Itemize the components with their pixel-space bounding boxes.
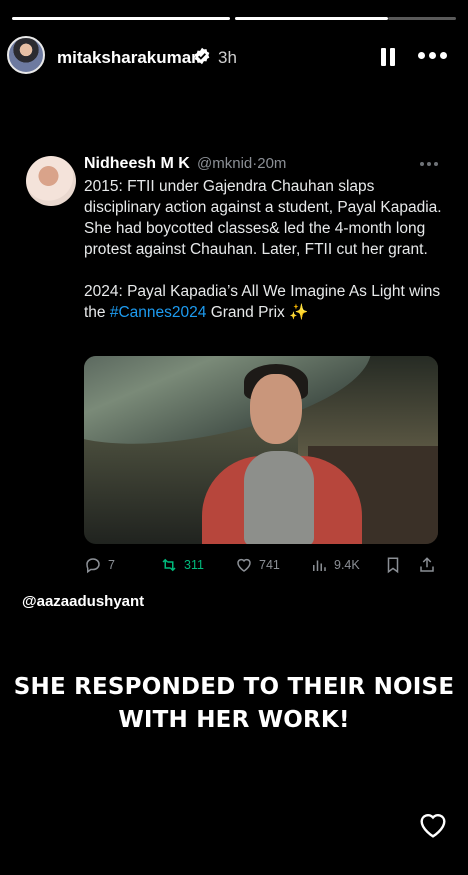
tweet-time: 20m xyxy=(257,155,287,172)
bookmark-button[interactable] xyxy=(384,556,408,574)
photo-person-scarf xyxy=(244,451,314,544)
pause-icon xyxy=(381,48,386,66)
story-progress-segment-2 xyxy=(235,17,388,20)
story-header: mitaksharakumar 3h xyxy=(0,36,468,80)
heart-icon[interactable] xyxy=(417,809,449,841)
retweet-button[interactable]: 311 xyxy=(160,556,204,574)
more-icon-dot xyxy=(440,52,447,59)
story-caption: SHE RESPONDED TO THEIR NOISE WITH HER WO… xyxy=(0,671,468,737)
dot xyxy=(427,162,431,166)
tweet-author-handle-time: @mknid·20m xyxy=(197,155,287,172)
tweet-paragraph-2: 2024: Payal Kapadia’s All We Imagine As … xyxy=(84,281,446,323)
like-count: 741 xyxy=(259,558,280,572)
tweet-card[interactable]: Nidheesh M K @mknid·20m 2015: FTII under… xyxy=(0,126,468,588)
tweet-more-icon[interactable] xyxy=(420,162,438,166)
hashtag-link[interactable]: #Cannes2024 xyxy=(110,304,207,321)
retweet-icon xyxy=(162,558,176,572)
tweet-author-avatar[interactable] xyxy=(26,156,76,206)
tweet-paragraph-2-suffix: Grand Prix ✨ xyxy=(206,304,309,321)
reply-button[interactable]: 7 xyxy=(84,556,115,574)
avatar[interactable] xyxy=(7,36,45,74)
pause-button[interactable] xyxy=(381,48,397,66)
tweet-actions: 7 311 741 9.4K xyxy=(84,556,444,576)
caption-line-1: SHE RESPONDED TO THEIR NOISE xyxy=(13,674,455,700)
tweet-text: 2015: FTII under Gajendra Chauhan slaps … xyxy=(84,176,446,323)
photo-person-face xyxy=(250,374,302,444)
reply-count: 7 xyxy=(108,558,115,572)
story-time: 3h xyxy=(218,48,237,67)
tweet-paragraph-1: 2015: FTII under Gajendra Chauhan slaps … xyxy=(84,178,442,258)
reply-icon xyxy=(86,558,100,574)
views-count: 9.4K xyxy=(334,558,360,572)
pause-icon-bar xyxy=(390,48,395,66)
caption-line-2: WITH HER WORK! xyxy=(118,707,350,733)
like-button[interactable]: 741 xyxy=(235,556,280,574)
dot xyxy=(434,162,438,166)
like-icon xyxy=(237,558,251,572)
mention-sticker[interactable]: @aazaadushyant xyxy=(22,593,144,610)
story-username[interactable]: mitaksharakumar xyxy=(57,48,198,68)
more-icon xyxy=(418,52,425,59)
tweet-author-name[interactable]: Nidheesh M K xyxy=(84,155,190,173)
more-icon-dot xyxy=(429,52,436,59)
retweet-count: 311 xyxy=(184,558,204,572)
verified-badge-icon xyxy=(194,47,210,65)
story-progress-segment-1 xyxy=(12,17,230,20)
share-icon xyxy=(420,557,434,572)
views-icon xyxy=(313,560,326,571)
dot xyxy=(420,162,424,166)
story-progress-segment-3 xyxy=(388,17,456,20)
bookmark-icon xyxy=(387,557,399,574)
share-button[interactable] xyxy=(418,556,442,574)
tweet-author-handle: @mknid xyxy=(197,155,253,172)
views-button[interactable]: 9.4K xyxy=(310,556,360,574)
more-options-button[interactable] xyxy=(418,51,448,61)
tweet-photo[interactable] xyxy=(84,356,438,544)
